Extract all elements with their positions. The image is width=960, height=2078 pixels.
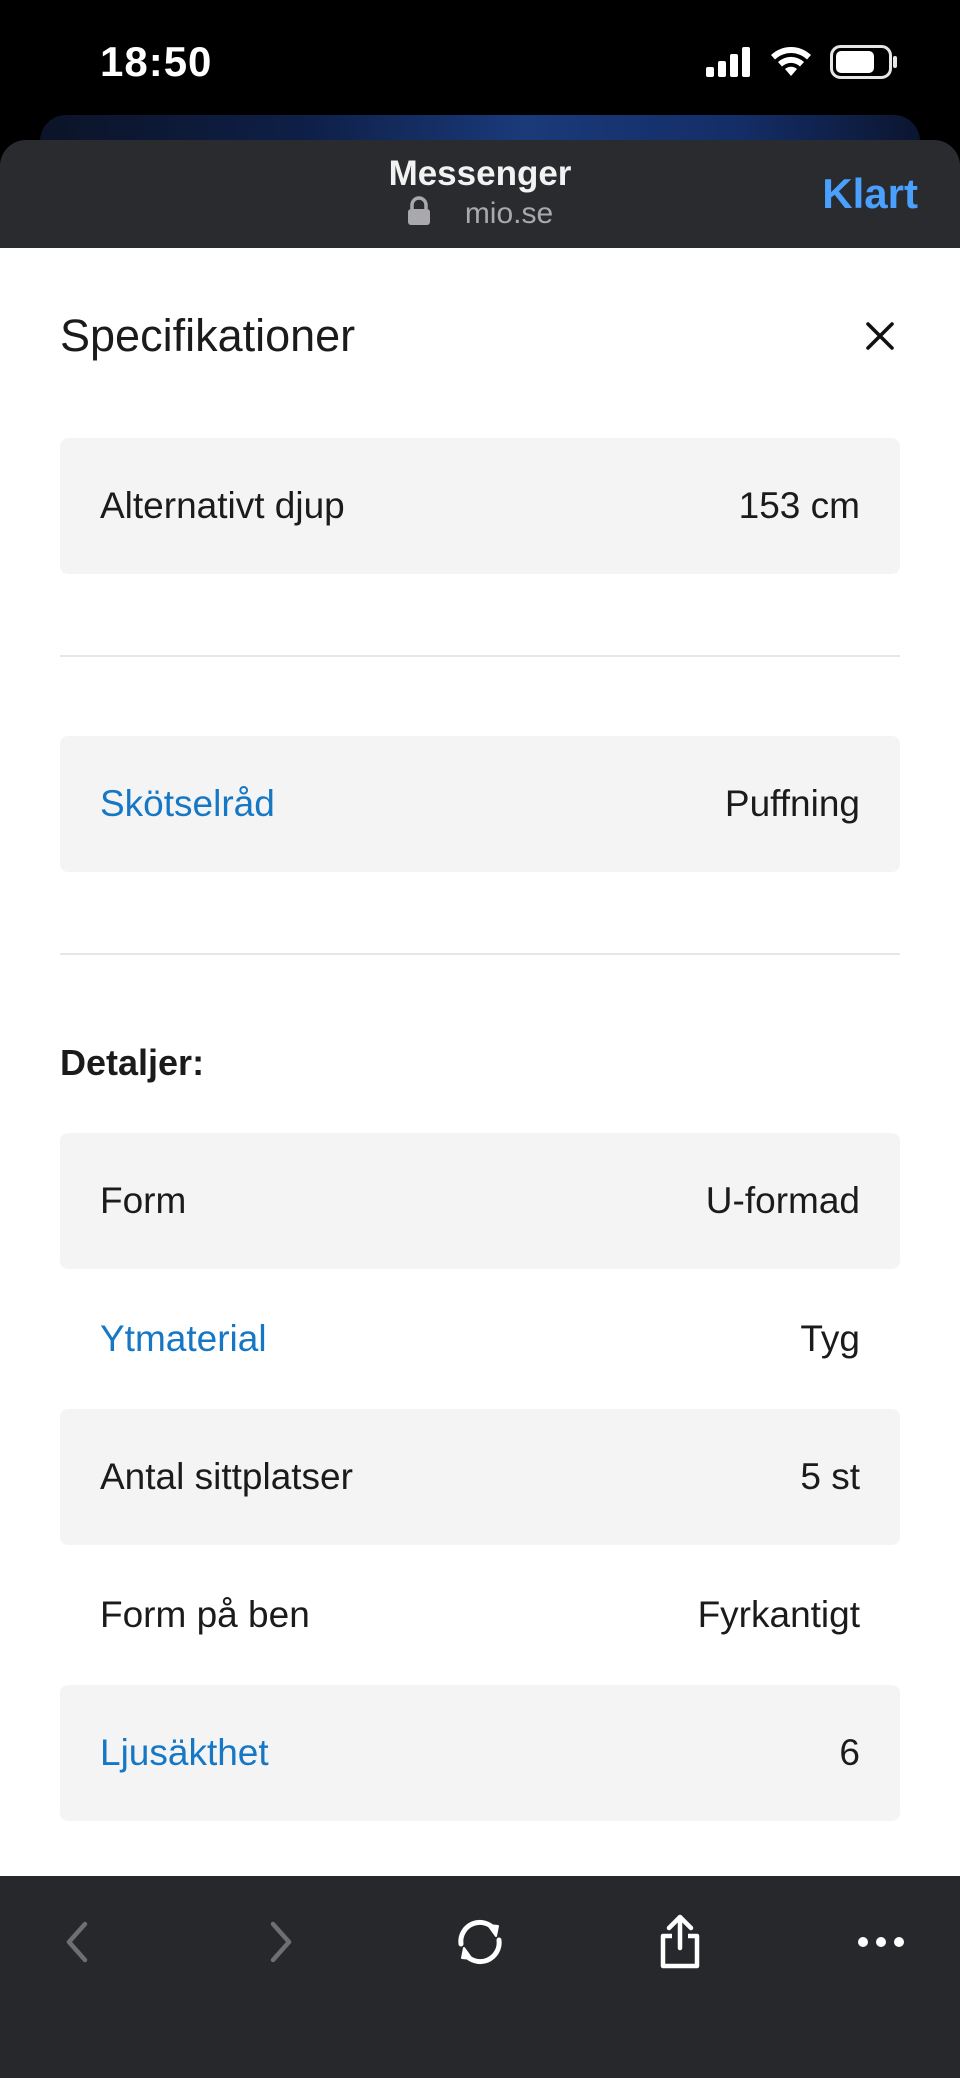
spec-row-lightfastness: Ljusäkthet 6 [60, 1685, 900, 1821]
sheet-title: Specifikationer [60, 310, 356, 361]
browser-title: Messenger [388, 154, 572, 193]
reload-icon [458, 1919, 502, 1965]
more-icon [858, 1937, 904, 1947]
forward-icon [270, 1921, 292, 1963]
spec-row-surface-material: Ytmaterial Tyg [60, 1271, 900, 1407]
spec-label-link[interactable]: Ljusäkthet [100, 1732, 269, 1774]
spec-label-link[interactable]: Skötselråd [100, 783, 275, 825]
wifi-icon [771, 47, 811, 76]
screen: 18:50 Messenger mio.se Klart Specifikati… [0, 0, 960, 2078]
divider [60, 953, 900, 955]
spec-row-seats: Antal sittplatser 5 st [60, 1409, 900, 1545]
spec-value: Puffning [724, 783, 860, 824]
spec-value: U-formad [705, 1180, 860, 1221]
spec-value: Tyg [800, 1318, 860, 1359]
share-icon [660, 1914, 700, 1969]
cellular-signal-icon [706, 47, 750, 77]
browser-url-text: mio.se [464, 197, 554, 230]
spec-value: 153 cm [738, 485, 860, 526]
spec-value: 5 st [800, 1456, 860, 1497]
spec-label-link[interactable]: Ytmaterial [100, 1318, 267, 1360]
spec-label: Form på ben [100, 1594, 310, 1635]
spec-value: Fyrkantigt [697, 1594, 860, 1635]
details-heading: Detaljer: [60, 1042, 205, 1083]
forward-button[interactable] [233, 1894, 329, 1990]
back-icon [66, 1921, 88, 1963]
browser-toolbar [0, 1876, 960, 2078]
more-button[interactable] [833, 1894, 929, 1990]
close-icon[interactable] [864, 320, 896, 352]
status-time: 18:50 [100, 38, 213, 85]
specifications-sheet: Specifikationer Alternativt djup 153 cm … [0, 248, 960, 1876]
lock-icon [407, 196, 430, 225]
divider [60, 655, 900, 657]
reload-button[interactable] [432, 1894, 528, 1990]
share-button[interactable] [632, 1894, 728, 1990]
spec-row-care-advice: Skötselråd Puffning [60, 736, 900, 872]
browser-header: Messenger mio.se Klart [0, 140, 960, 248]
back-button[interactable] [29, 1894, 125, 1990]
spec-row-shape: Form U-formad [60, 1133, 900, 1269]
spec-value: 6 [839, 1732, 860, 1773]
spec-label: Form [100, 1180, 187, 1221]
battery-icon [830, 45, 897, 79]
spec-row-leg-shape: Form på ben Fyrkantigt [60, 1547, 900, 1683]
spec-label: Alternativt djup [100, 485, 345, 526]
spec-label: Antal sittplatser [100, 1456, 353, 1497]
status-icons [706, 44, 898, 80]
status-bar: 18:50 [0, 0, 960, 120]
browser-url[interactable]: mio.se [0, 196, 960, 231]
done-button[interactable]: Klart [822, 170, 918, 218]
spec-row-alternative-depth: Alternativt djup 153 cm [60, 438, 900, 574]
